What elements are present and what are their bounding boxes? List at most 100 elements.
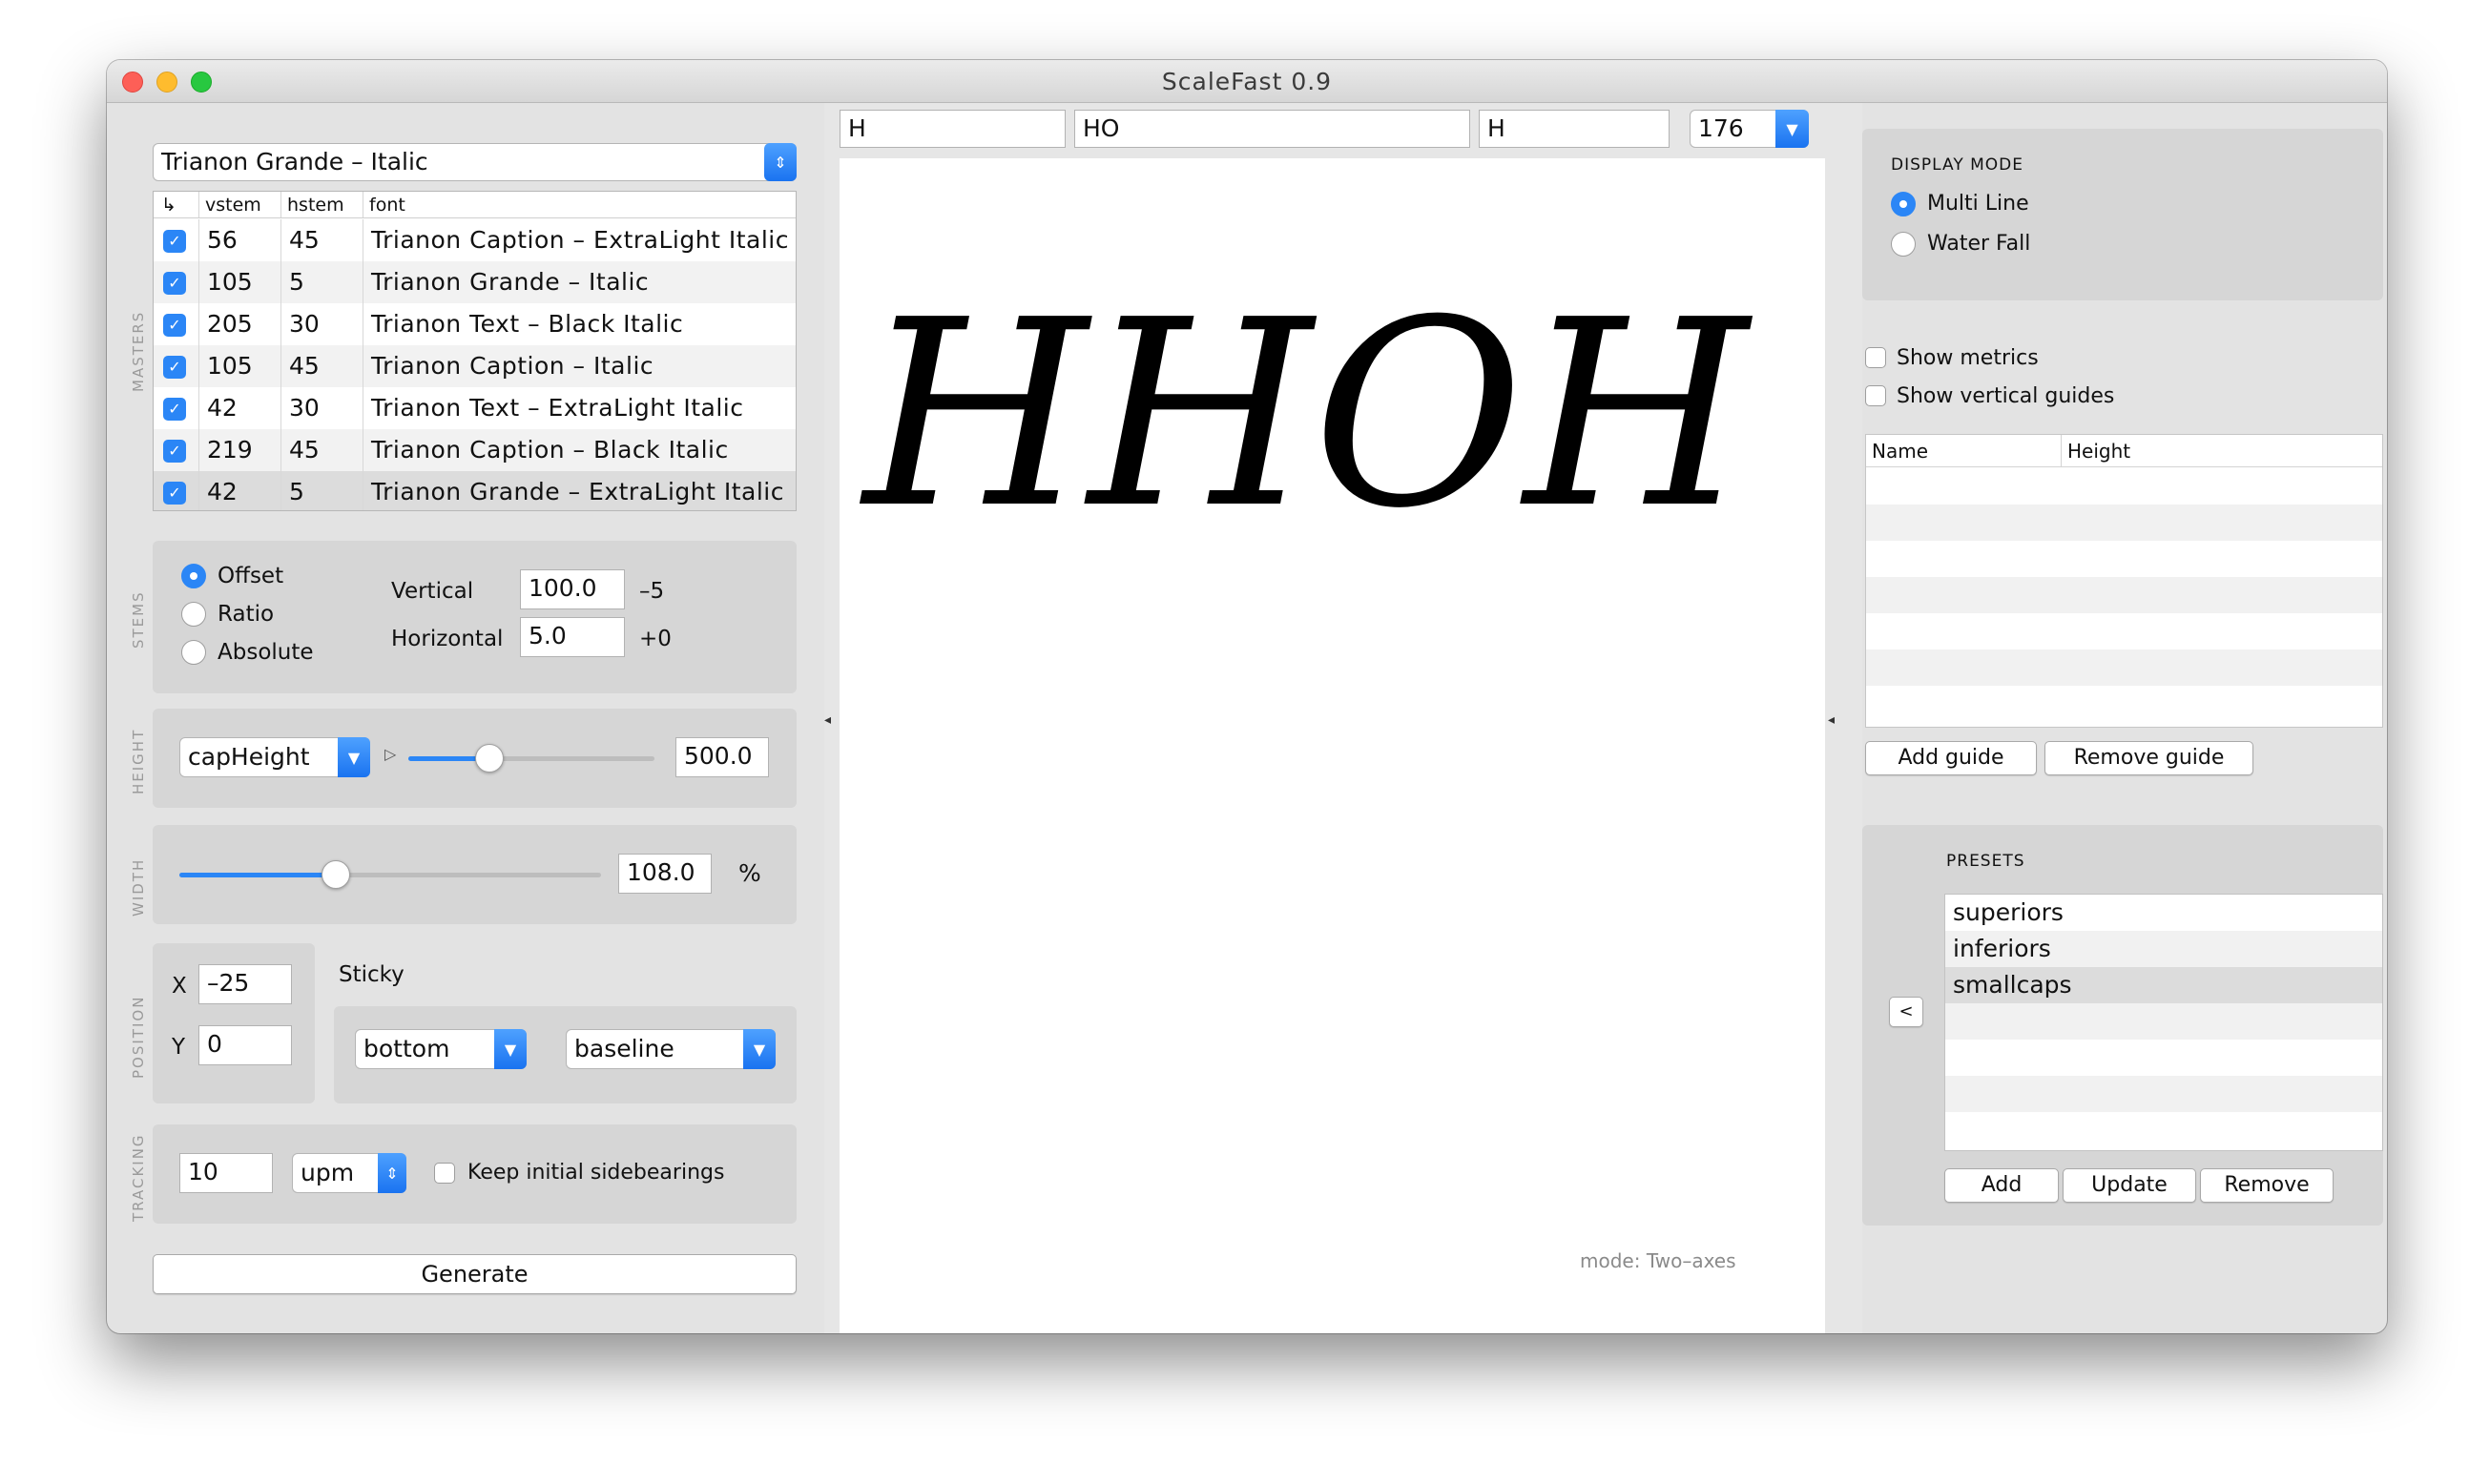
keep-sidebearings-label: Keep initial sidebearings [467,1161,725,1185]
display-mode-title: DISPLAY MODE [1891,155,2023,175]
width-section-label: WIDTH [130,857,147,917]
master-enabled-checkbox[interactable]: ✓ [163,356,186,379]
guides-empty-row [1866,505,2382,541]
right-split-handle[interactable]: ◂ [1828,712,1835,728]
show-metrics-label: Show metrics [1897,346,2039,370]
collapse-presets-button[interactable]: < [1889,997,1923,1027]
hstem-cell[interactable]: 5 [281,261,363,303]
keep-sidebearings-checkbox[interactable] [434,1163,455,1184]
show-vertical-guides-checkbox[interactable] [1865,385,1886,406]
horizontal-stem-input[interactable]: 5.0 [520,617,625,657]
masters-table-row[interactable]: ✓ 205 30 Trianon Text – Black Italic [154,303,796,345]
master-enabled-checkbox[interactable]: ✓ [163,398,186,421]
master-enabled-cell: ✓ [154,219,199,261]
guides-empty-row [1866,649,2382,686]
vertical-stem-input[interactable]: 100.0 [520,569,625,609]
vstem-cell[interactable]: 42 [199,471,281,510]
tracking-unit-stepper-icon[interactable]: ⇕ [378,1153,406,1193]
preview-size-chevron-icon[interactable]: ▼ [1775,110,1809,148]
show-metrics-checkbox[interactable] [1865,347,1886,368]
preset-empty-row [1945,1076,2382,1112]
vstem-cell[interactable]: 105 [199,261,281,303]
hstem-cell[interactable]: 30 [281,303,363,345]
guides-table[interactable]: Name Height [1865,434,2383,728]
tracking-input[interactable]: 10 [179,1153,273,1193]
height-slider-knob[interactable] [475,744,504,773]
preview-glyphs: HHOH [860,264,1753,565]
height-metric-chevron-icon[interactable]: ▼ [338,737,370,777]
y-input[interactable]: 0 [198,1025,292,1065]
water-fall-radio[interactable] [1891,232,1916,257]
guides-table-body [1866,468,2382,722]
master-enabled-cell: ✓ [154,471,199,510]
height-panel: capHeight ▼ ▷ 500.0 [153,709,797,808]
position-section-label: POSITION [130,995,147,1079]
vstem-cell[interactable]: 42 [199,387,281,429]
width-slider-knob[interactable] [322,860,350,889]
remove-preset-button[interactable]: Remove [2200,1168,2334,1203]
sticky-reference-value: baseline [574,1035,674,1062]
preview-input-center[interactable]: HO [1074,110,1470,148]
hstem-cell[interactable]: 45 [281,345,363,387]
height-value-input[interactable]: 500.0 [675,737,769,777]
add-preset-button[interactable]: Add [1944,1168,2059,1203]
font-select-stepper-icon[interactable]: ⇕ [764,143,797,181]
preview-input-left[interactable]: H [840,110,1066,148]
master-enabled-checkbox[interactable]: ✓ [163,230,186,253]
width-value-input[interactable]: 108.0 [618,854,712,894]
master-enabled-cell: ✓ [154,303,199,345]
presets-list[interactable]: superiors inferiors smallcaps [1944,894,2383,1151]
hstem-cell[interactable]: 30 [281,387,363,429]
absolute-radio[interactable] [181,640,206,665]
vstem-cell[interactable]: 205 [199,303,281,345]
preview-size-value: 176 [1698,114,1744,142]
preset-item[interactable]: superiors [1945,895,2382,931]
font-select[interactable]: Trianon Grande – Italic [153,143,797,181]
masters-table-row[interactable]: ✓ 56 45 Trianon Caption – ExtraLight Italic [154,219,796,261]
hstem-cell[interactable]: 45 [281,429,363,471]
master-enabled-checkbox[interactable]: ✓ [163,314,186,337]
x-input[interactable]: –25 [198,964,292,1004]
add-guide-button[interactable]: Add guide [1865,741,2037,775]
height-metric-value: capHeight [188,743,310,771]
sticky-reference-chevron-icon[interactable]: ▼ [743,1029,776,1069]
left-split-handle[interactable]: ◂ [824,712,831,728]
guides-table-header: Name Height [1866,435,2382,467]
column-header-name[interactable]: Name [1866,435,2062,466]
vstem-cell[interactable]: 105 [199,345,281,387]
preview-input-right[interactable]: H [1479,110,1670,148]
masters-table-row[interactable]: ✓ 105 5 Trianon Grande – Italic [154,261,796,303]
preset-item[interactable]: smallcaps [1945,967,2382,1003]
hstem-cell[interactable]: 5 [281,471,363,510]
masters-table-row[interactable]: ✓ 42 5 Trianon Grande – ExtraLight Italic [154,471,796,510]
remove-guide-button[interactable]: Remove guide [2044,741,2253,775]
disclosure-triangle-icon[interactable]: ▷ [384,745,396,763]
guides-empty-row [1866,686,2382,722]
update-preset-button[interactable]: Update [2063,1168,2196,1203]
column-header-enabled[interactable]: ↳ [154,192,199,217]
master-enabled-checkbox[interactable]: ✓ [163,440,186,463]
multi-line-radio[interactable] [1891,192,1916,216]
generate-button[interactable]: Generate [153,1254,797,1294]
masters-table-row[interactable]: ✓ 219 45 Trianon Caption – Black Italic [154,429,796,471]
masters-table[interactable]: ↳ vstem hstem font ✓ 56 45 Trianon Caption … [153,191,797,511]
master-enabled-checkbox[interactable]: ✓ [163,272,186,295]
offset-radio[interactable] [181,564,206,588]
column-header-hstem[interactable]: hstem [281,192,363,217]
masters-table-body: ✓ 56 45 Trianon Caption – ExtraLight Italic… [154,219,796,510]
vstem-cell[interactable]: 219 [199,429,281,471]
masters-table-row[interactable]: ✓ 105 45 Trianon Caption – Italic [154,345,796,387]
ratio-radio[interactable] [181,602,206,627]
preset-item[interactable]: inferiors [1945,931,2382,967]
master-enabled-checkbox[interactable]: ✓ [163,482,186,505]
column-header-height[interactable]: Height [2062,435,2382,466]
preset-empty-row [1945,1112,2382,1148]
preview-canvas[interactable]: HHOH [840,158,1825,1333]
sticky-vertical-chevron-icon[interactable]: ▼ [494,1029,527,1069]
column-header-font[interactable]: font [363,192,796,217]
hstem-cell[interactable]: 45 [281,219,363,261]
vstem-cell[interactable]: 56 [199,219,281,261]
column-header-vstem[interactable]: vstem [199,192,281,217]
masters-table-row[interactable]: ✓ 42 30 Trianon Text – ExtraLight Italic [154,387,796,429]
preset-empty-row [1945,1003,2382,1040]
